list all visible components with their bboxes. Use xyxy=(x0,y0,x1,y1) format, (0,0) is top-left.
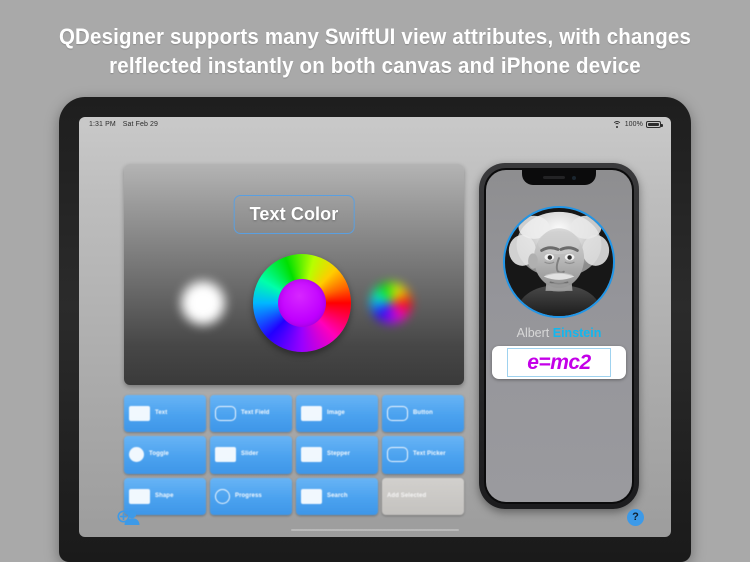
tool-button-text-picker[interactable]: Text Picker xyxy=(382,436,464,474)
person-name: Albert Einstein xyxy=(486,326,632,340)
abc-text-icon xyxy=(129,406,150,422)
button-icon xyxy=(387,406,408,422)
iphone-bezel: Albert Einstein e=mc2 xyxy=(484,168,634,504)
color-wheel-small[interactable] xyxy=(370,282,412,324)
formula-field-inner: e=mc2 xyxy=(507,348,611,377)
text-field-icon xyxy=(215,406,236,422)
iphone-notch xyxy=(522,170,596,185)
slider-icon xyxy=(215,447,236,463)
headline-line-2: relflected instantly on both canvas and … xyxy=(109,53,641,78)
tool-button-label: Shape xyxy=(155,492,174,499)
image-icon xyxy=(301,406,322,422)
white-blur-swatch[interactable] xyxy=(176,276,230,330)
battery-full-icon xyxy=(646,121,663,128)
stepper-icon xyxy=(301,447,322,463)
tool-button-progress[interactable]: Progress xyxy=(210,477,292,515)
battery-percent-label: 100% xyxy=(624,121,643,128)
tool-button-image[interactable]: Image xyxy=(296,395,378,433)
headline-line-1: QDesigner supports many SwiftUI view att… xyxy=(58,24,692,49)
search-icon xyxy=(301,488,322,504)
tool-button-button[interactable]: Button xyxy=(382,395,464,433)
einstein-portrait-image xyxy=(503,206,615,318)
person-first-name: Albert xyxy=(516,326,550,340)
text-color-attribute-label[interactable]: Text Color xyxy=(233,195,355,234)
tool-button-slider[interactable]: Slider xyxy=(210,436,292,474)
tool-button-search[interactable]: Search xyxy=(296,477,378,515)
tool-button-label: Text Picker xyxy=(413,451,446,458)
status-time: 1:31 PM xyxy=(89,121,116,128)
tool-button-stepper[interactable]: Stepper xyxy=(296,436,378,474)
tool-button-toggle[interactable]: Toggle xyxy=(124,436,206,474)
page-headline: QDesigner supports many SwiftUI view att… xyxy=(0,22,750,80)
status-date: Sat Feb 29 xyxy=(122,121,159,128)
progress-icon xyxy=(215,488,230,504)
iphone-screen: Albert Einstein e=mc2 xyxy=(486,170,632,502)
color-wheel-large[interactable] xyxy=(253,254,351,352)
toggle-icon xyxy=(129,447,144,463)
tool-button-label: Add Selected xyxy=(387,492,427,499)
tool-button-label: Text xyxy=(155,410,168,417)
tool-button-add-selected[interactable]: Add Selected xyxy=(382,477,464,515)
text-picker-icon xyxy=(387,447,408,463)
tool-button-label: Text Field xyxy=(241,410,270,417)
tool-button-text-field[interactable]: Text Field xyxy=(210,395,292,433)
canvas-preview-panel[interactable]: Text Color xyxy=(124,164,464,385)
shape-icon xyxy=(129,488,150,504)
person-last-name: Einstein xyxy=(552,326,602,340)
speaker-grille-icon xyxy=(542,176,565,179)
iphone-preview-device: Albert Einstein e=mc2 xyxy=(479,163,639,509)
formula-value: e=mc2 xyxy=(527,351,591,374)
ipad-status-bar: 1:31 PM Sat Feb 29 100% xyxy=(79,117,671,132)
formula-text-field[interactable]: e=mc2 xyxy=(492,346,626,379)
add-person-icon[interactable] xyxy=(117,507,141,527)
help-button[interactable]: ? xyxy=(627,509,644,526)
tool-button-label: Button xyxy=(413,410,433,417)
tool-button-label: Stepper xyxy=(327,451,351,458)
ipad-screen: 1:31 PM Sat Feb 29 100% Text Color Text xyxy=(79,117,671,537)
front-camera-icon xyxy=(571,175,576,180)
home-indicator xyxy=(291,528,459,531)
tool-button-text[interactable]: Text xyxy=(124,395,206,433)
tool-button-label: Image xyxy=(327,410,345,417)
tool-button-label: Slider xyxy=(241,451,259,458)
tool-button-label: Toggle xyxy=(149,451,169,458)
tool-button-label: Progress xyxy=(235,492,262,499)
status-bar-left: 1:31 PM Sat Feb 29 xyxy=(89,121,158,128)
wifi-icon xyxy=(612,121,622,128)
status-bar-right: 100% xyxy=(612,121,663,128)
ipad-device-frame: 1:31 PM Sat Feb 29 100% Text Color Text xyxy=(59,97,691,562)
view-tool-grid: Text Text Field Image Button Toggle Slid… xyxy=(124,395,464,515)
tool-button-label: Search xyxy=(327,492,348,499)
